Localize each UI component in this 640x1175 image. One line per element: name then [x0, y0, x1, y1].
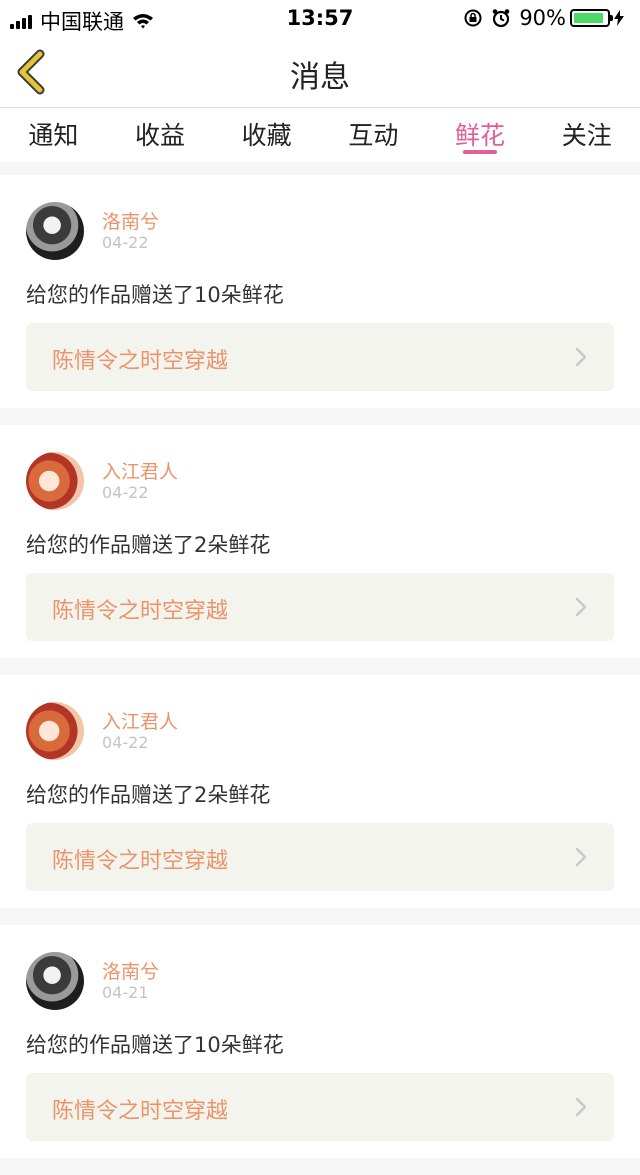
work-title: 陈情令之时空穿越 — [52, 599, 229, 624]
chevron-right-icon — [575, 347, 587, 367]
tab-following[interactable]: 关注 — [533, 108, 640, 162]
nav-bar: 消息 — [0, 36, 640, 108]
avatar[interactable] — [26, 452, 84, 510]
sender-name[interactable]: 洛南兮 — [102, 207, 159, 234]
status-right: 90% — [463, 6, 632, 30]
rotation-lock-icon — [464, 9, 482, 27]
battery-icon — [570, 9, 613, 27]
message-date: 04-22 — [102, 733, 149, 752]
avatar[interactable] — [26, 702, 84, 760]
chevron-right-icon — [575, 847, 587, 867]
message-card: 入江君人 04-22 给您的作品赠送了2朵鲜花 陈情令之时空穿越 — [0, 675, 640, 908]
message-list: 洛南兮 04-22 给您的作品赠送了10朵鲜花 陈情令之时空穿越 入江君人 04… — [0, 175, 640, 1175]
work-title: 陈情令之时空穿越 — [52, 349, 229, 374]
tab-earnings[interactable]: 收益 — [107, 108, 214, 162]
charging-bolt-icon — [614, 10, 624, 26]
avatar[interactable] — [26, 952, 84, 1010]
chevron-right-icon — [575, 1097, 587, 1117]
work-title: 陈情令之时空穿越 — [52, 1099, 229, 1124]
battery-percent: 90% — [519, 6, 566, 30]
message-date: 04-21 — [102, 983, 149, 1002]
sender-name[interactable]: 入江君人 — [102, 707, 178, 734]
message-text: 给您的作品赠送了2朵鲜花 — [26, 533, 271, 557]
tab-notifications[interactable]: 通知 — [0, 108, 107, 162]
sender-name[interactable]: 洛南兮 — [102, 957, 159, 984]
tab-favorites[interactable]: 收藏 — [213, 108, 320, 162]
tab-interactions[interactable]: 互动 — [320, 108, 427, 162]
message-card: 入江君人 04-22 给您的作品赠送了2朵鲜花 陈情令之时空穿越 — [0, 425, 640, 658]
chevron-right-icon — [575, 597, 587, 617]
message-card: 洛南兮 04-21 给您的作品赠送了10朵鲜花 陈情令之时空穿越 — [0, 925, 640, 1158]
work-link[interactable]: 陈情令之时空穿越 — [26, 1073, 614, 1141]
work-link[interactable]: 陈情令之时空穿越 — [26, 823, 614, 891]
avatar[interactable] — [26, 202, 84, 260]
message-date: 04-22 — [102, 233, 149, 252]
tab-flowers[interactable]: 鲜花 — [427, 108, 534, 162]
message-text: 给您的作品赠送了2朵鲜花 — [26, 783, 271, 807]
page-title: 消息 — [290, 60, 350, 95]
message-text: 给您的作品赠送了10朵鲜花 — [26, 1033, 284, 1057]
status-bar: 中国联通 13:57 90% — [0, 0, 640, 36]
message-date: 04-22 — [102, 483, 149, 502]
work-link[interactable]: 陈情令之时空穿越 — [26, 573, 614, 641]
tab-bar: 通知 收益 收藏 互动 鲜花 关注 — [0, 108, 640, 162]
work-title: 陈情令之时空穿越 — [52, 849, 229, 874]
work-link[interactable]: 陈情令之时空穿越 — [26, 323, 614, 391]
alarm-icon — [493, 9, 510, 28]
sender-name[interactable]: 入江君人 — [102, 457, 178, 484]
message-card: 洛南兮 04-22 给您的作品赠送了10朵鲜花 陈情令之时空穿越 — [0, 175, 640, 408]
message-text: 给您的作品赠送了10朵鲜花 — [26, 283, 284, 307]
